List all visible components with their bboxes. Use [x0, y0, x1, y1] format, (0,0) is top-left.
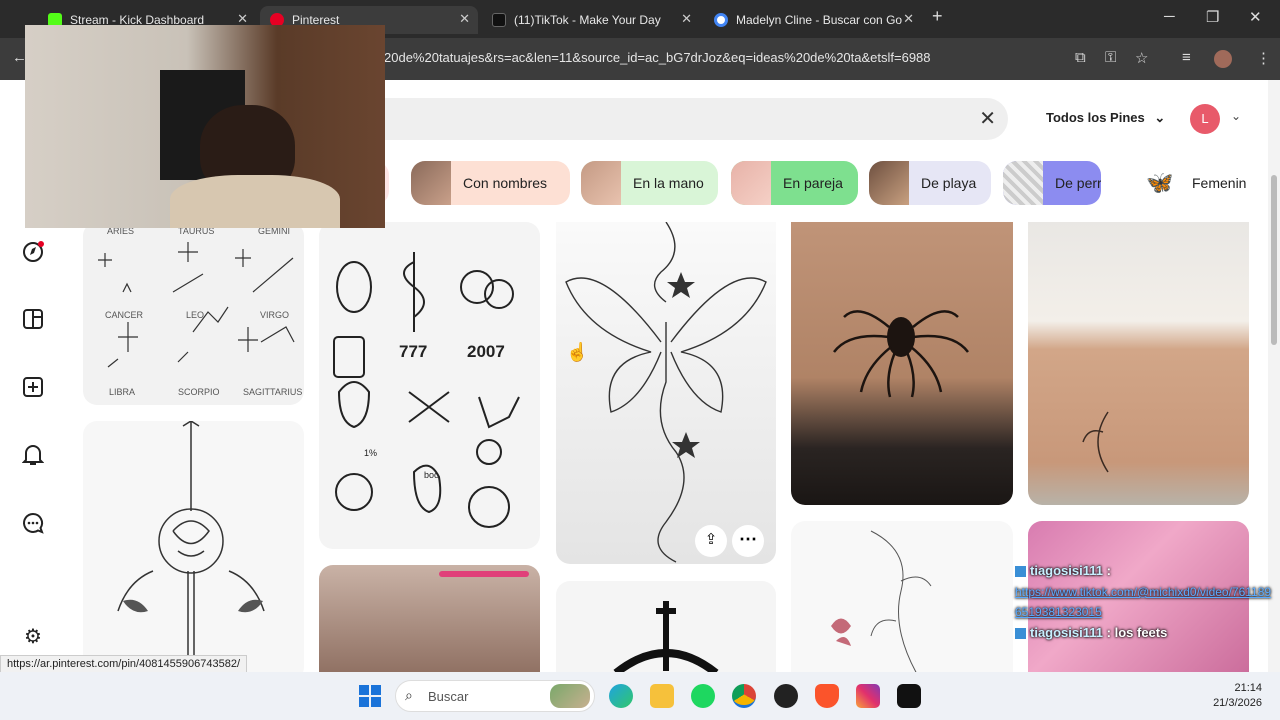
tab-tiktok[interactable]: (11)TikTok - Make Your Day ✕	[482, 6, 700, 34]
close-tab-icon[interactable]: ✕	[459, 11, 470, 27]
chip-en-pareja[interactable]: En pareja	[731, 161, 858, 205]
pin-waist-tattoo[interactable]	[1028, 222, 1249, 505]
scrollbar-thumb[interactable]	[1271, 175, 1277, 345]
zodiac-label: SCORPIO	[178, 387, 220, 397]
notifications-bell-icon[interactable]	[20, 443, 46, 469]
tiktok-app-icon[interactable]	[897, 684, 921, 708]
chip-thumbnail	[869, 161, 909, 205]
search-icon: ⌕	[405, 687, 413, 703]
chip-thumbnail	[411, 161, 451, 205]
chat-message: tiagosisi111 : https://www.tiktok.com/@m…	[1015, 560, 1280, 622]
create-icon[interactable]	[20, 376, 46, 402]
more-options-icon[interactable]: ⋯	[732, 525, 764, 557]
browser-menu-icon[interactable]: ⋮	[1256, 49, 1271, 67]
chat-message: tiagosisi111 : los feets	[1015, 622, 1280, 644]
chip-thumbnail	[581, 161, 621, 205]
edge-browser-icon[interactable]	[609, 684, 633, 708]
zodiac-label: VIRGO	[260, 310, 290, 320]
chip-thumbnail	[1003, 161, 1043, 205]
bikini-strap	[439, 571, 529, 577]
taskbar-search-input[interactable]: ⌕ Buscar	[395, 680, 595, 712]
boards-icon[interactable]	[20, 308, 46, 334]
tiktok-icon	[492, 13, 506, 27]
streamer-webcam-overlay	[25, 25, 385, 228]
media-control-icon[interactable]: ≡	[1182, 49, 1191, 66]
flash-text: boo	[424, 470, 440, 480]
pin-fineline-flower-tattoo[interactable]	[791, 521, 1013, 672]
chrome-icon[interactable]	[732, 684, 756, 708]
messages-icon[interactable]	[20, 511, 46, 537]
zodiac-label: CANCER	[105, 310, 144, 320]
stream-chat-overlay: tiagosisi111 : https://www.tiktok.com/@m…	[1015, 560, 1280, 644]
tab-title: Madelyn Cline - Buscar con Go	[736, 13, 903, 27]
search-highlight-icon	[550, 684, 590, 708]
obs-icon[interactable]	[774, 684, 798, 708]
account-chevron-down-icon[interactable]: ⌄	[1231, 109, 1241, 123]
system-clock[interactable]: 21:14 21/3/2026	[1213, 681, 1262, 711]
close-window-icon[interactable]: ✕	[1249, 8, 1262, 26]
instagram-icon[interactable]	[856, 684, 880, 708]
pin-sun-tattoo[interactable]	[556, 581, 776, 672]
chevron-down-icon: ⌄	[1154, 110, 1166, 125]
close-tab-icon[interactable]: ✕	[903, 11, 914, 27]
clear-search-icon[interactable]: ✕	[979, 106, 996, 131]
profile-avatar[interactable]	[1214, 50, 1232, 68]
chip-thumbnail	[731, 161, 771, 205]
zodiac-label: SAGITTARIUS	[243, 387, 303, 397]
pin-zodiac-tattoos[interactable]: ARIES TAURUS GEMINI CANCER LEO VIRGO LIB…	[83, 222, 304, 405]
chat-link: https://www.tiktok.com/@michixd0/video/7…	[1015, 585, 1272, 619]
mouse-cursor: ☝	[566, 342, 589, 362]
chip-con-nombres[interactable]: Con nombres	[411, 161, 570, 205]
restore-icon[interactable]: ❐	[1206, 8, 1219, 26]
bookmark-star-icon[interactable]: ☆	[1135, 49, 1148, 67]
filter-label: Todos los Pines	[1046, 110, 1145, 125]
install-app-icon[interactable]: ⧉	[1075, 49, 1086, 66]
flash-text: 777	[399, 342, 428, 361]
status-link-preview: https://ar.pinterest.com/pin/40814559067…	[0, 655, 248, 673]
chat-badge-icon	[1015, 566, 1026, 578]
search-input[interactable]: ✕	[384, 98, 1008, 140]
filter-dropdown[interactable]: Todos los Pines ⌄	[1046, 110, 1165, 126]
url-field[interactable]: 20de%20tatuajes&rs=ac&len=11&source_id=a…	[384, 50, 931, 65]
pin-rose-dagger-tattoo[interactable]	[83, 421, 304, 672]
google-icon	[714, 13, 728, 27]
settings-gear-icon[interactable]: ⚙	[20, 624, 46, 650]
chip-femenino[interactable]: 🦋 Femenin	[1140, 161, 1250, 205]
pin-flash-tattoos[interactable]: 777 2007 1% boo	[319, 222, 540, 549]
butterfly-icon: 🦋	[1140, 161, 1180, 205]
spotify-icon[interactable]	[691, 684, 715, 708]
pin-spider-tattoo[interactable]	[791, 222, 1013, 505]
windows-taskbar: ⌕ Buscar 21:14 21/3/2026	[0, 672, 1280, 720]
new-tab-icon[interactable]: +	[932, 6, 943, 27]
tab-google-search[interactable]: Madelyn Cline - Buscar con Go ✕	[704, 6, 922, 34]
clock-date: 21/3/2026	[1213, 697, 1262, 709]
chat-badge-icon	[1015, 628, 1026, 640]
pin-photo-bikini[interactable]	[319, 565, 540, 672]
user-avatar[interactable]: L	[1190, 104, 1220, 134]
pin-butterfly-tattoo[interactable]: ⇪ ⋯	[556, 222, 776, 564]
file-explorer-icon[interactable]	[650, 684, 674, 708]
chip-en-la-mano[interactable]: En la mano	[581, 161, 718, 205]
flash-text: 1%	[364, 448, 378, 458]
clock-time: 21:14	[1234, 682, 1262, 694]
close-tab-icon[interactable]: ✕	[681, 11, 692, 27]
tab-title: (11)TikTok - Make Your Day	[514, 13, 661, 27]
windows-start-icon[interactable]	[358, 684, 382, 708]
minimize-icon[interactable]: ─	[1164, 8, 1175, 25]
share-icon[interactable]: ⇪	[695, 525, 727, 557]
chip-de-perro[interactable]: De perro	[1003, 161, 1101, 205]
password-key-icon[interactable]: ⚿	[1105, 49, 1116, 66]
webcam-person-body	[170, 175, 340, 228]
zodiac-label: LIBRA	[109, 387, 136, 397]
explore-icon[interactable]	[20, 240, 46, 266]
zodiac-label: LEO	[186, 310, 205, 320]
brave-icon[interactable]	[815, 684, 839, 708]
flash-text: 2007	[467, 342, 505, 361]
chip-de-playa[interactable]: De playa	[869, 161, 991, 205]
